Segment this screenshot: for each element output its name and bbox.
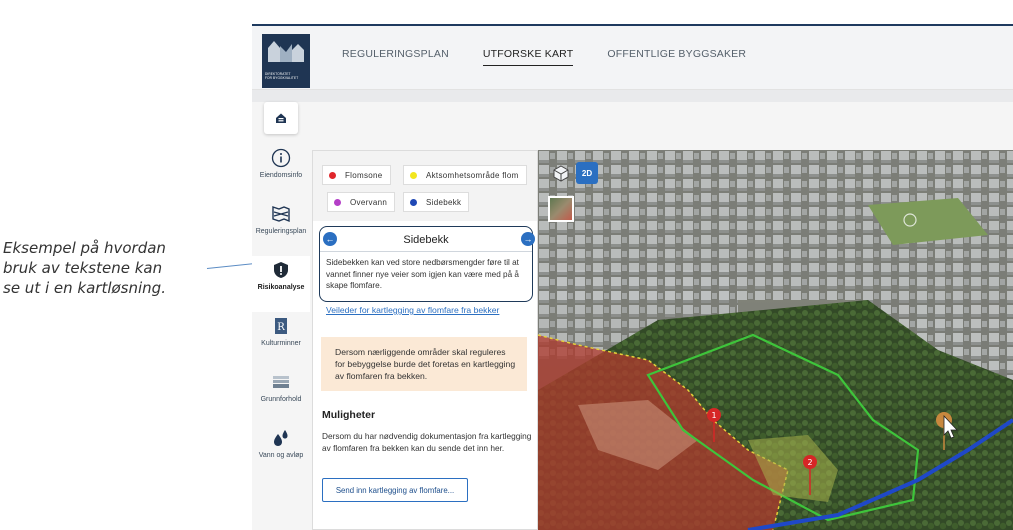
purple-dot-icon <box>334 198 341 206</box>
marker-2-label: 2 <box>807 458 812 467</box>
app-top-strip <box>252 16 1013 24</box>
sidebekk-card: ← Sidebekk → Sidebekken kan ved store ne… <box>319 226 535 302</box>
guide-link[interactable]: Veileder for kartlegging av flomfare fra… <box>326 305 499 315</box>
annotation-line-1: Eksempel på hvordan <box>3 239 166 257</box>
legend-label: Overvann <box>350 197 388 207</box>
ground-icon <box>273 376 289 388</box>
building-icon <box>276 113 286 123</box>
view-2d-label: 2D <box>581 168 593 178</box>
warning-shield-icon <box>274 262 288 278</box>
sidebar-item-label: Grunnforhold <box>260 396 302 403</box>
view-2d-button[interactable]: 2D <box>576 162 598 184</box>
marker-1-label: 1 <box>711 411 716 420</box>
main-nav: REGULERINGSPLAN UTFORSKE KART OFFENTLIGE… <box>342 48 746 66</box>
legend-label: Flomsone <box>345 170 383 180</box>
blue-dot-icon <box>410 198 417 206</box>
legend-chip-sidebekk[interactable]: Sidebekk <box>403 192 470 212</box>
basemap-thumbnail[interactable] <box>548 196 574 222</box>
sidebar-item-risikoanalyse[interactable]: Risikoanalyse <box>252 256 310 312</box>
logo[interactable]: DIREKTORATET FOR BYGGKVALITET <box>262 34 310 88</box>
yellow-dot-icon <box>410 171 417 179</box>
map-legend: Flomsone Aktsomhetsområde flom Overvann … <box>313 151 537 221</box>
nav-reguleringsplan[interactable]: REGULERINGSPLAN <box>342 48 449 66</box>
map-3d-view[interactable]: 1 2 2D <box>538 150 1013 530</box>
sidebar-item-grunnforhold[interactable]: Grunnforhold <box>252 368 310 424</box>
culture-r-icon: R <box>275 318 287 334</box>
sidebar-item-eiendomsinfo[interactable]: Eiendomsinfo <box>252 144 310 200</box>
logo-mark-icon <box>268 41 304 62</box>
annotation-text: Eksempel på hvordan bruk av tekstene kan… <box>3 238 203 298</box>
map-layers-icon <box>272 206 290 223</box>
red-dot-icon <box>329 171 336 179</box>
muligheter-heading: Muligheter <box>322 409 376 421</box>
svg-text:R: R <box>277 322 285 333</box>
next-arrow-icon[interactable]: → <box>521 232 535 246</box>
nav-utforske-kart[interactable]: UTFORSKE KART <box>482 48 574 66</box>
card-body: Sidebekken kan ved store nedbørsmengder … <box>326 258 519 291</box>
water-drops-icon <box>274 430 288 446</box>
logo-text-line-2: FOR BYGGKVALITET <box>265 76 299 80</box>
map-canvas: 1 2 <box>538 150 1013 530</box>
annotation-line-3: se ut i en kartløsning. <box>3 279 166 297</box>
header-bottom-band <box>252 90 1013 102</box>
nav-offentlige-byggsaker[interactable]: OFFENTLIGE BYGGSAKER <box>607 48 746 66</box>
sidebar-item-reguleringsplan[interactable]: Reguleringsplan <box>252 200 310 256</box>
submit-mapping-button[interactable]: Send inn kartlegging av flomfare... <box>322 478 468 502</box>
sidebar-item-label: Kulturminner <box>261 340 301 347</box>
sidebar-item-label: Reguleringsplan <box>255 228 307 235</box>
legend-chip-aktsomhetsomrade-flom[interactable]: Aktsomhetsområde flom <box>403 165 527 185</box>
view-3d-button[interactable] <box>550 162 572 184</box>
sidebar-item-label: Risikoanalyse <box>257 284 305 291</box>
header: DIREKTORATET FOR BYGGKVALITET REGULERING… <box>252 26 1013 90</box>
info-icon <box>271 148 291 168</box>
info-panel: Flomsone Aktsomhetsområde flom Overvann … <box>312 150 538 530</box>
annotation-line-2: bruk av tekstene kan <box>3 259 163 277</box>
recommendation-note: Dersom nærliggende områder skal regulere… <box>321 337 527 391</box>
app-window: DIREKTORATET FOR BYGGKVALITET REGULERING… <box>252 16 1013 530</box>
muligheter-text: Dersom du har nødvendig dokumentasjon fr… <box>322 431 532 453</box>
legend-label: Aktsomhetsområde flom <box>426 170 519 180</box>
home-button[interactable] <box>264 102 298 134</box>
logo-text: DIREKTORATET FOR BYGGKVALITET <box>265 72 298 80</box>
sidebar-item-kulturminner[interactable]: R Kulturminner <box>252 312 310 368</box>
sidebar-item-label: Eiendomsinfo <box>259 172 303 179</box>
legend-chip-overvann[interactable]: Overvann <box>327 192 396 212</box>
sidebar-item-label: Vann og avløp <box>258 452 304 459</box>
cube-icon <box>553 165 569 182</box>
card-title: Sidebekk <box>403 234 449 246</box>
legend-chip-flomsone[interactable]: Flomsone <box>322 165 391 185</box>
sidebar-item-vann-og-avlop[interactable]: Vann og avløp <box>252 424 310 480</box>
card-divider <box>320 251 532 252</box>
legend-label: Sidebekk <box>426 197 462 207</box>
